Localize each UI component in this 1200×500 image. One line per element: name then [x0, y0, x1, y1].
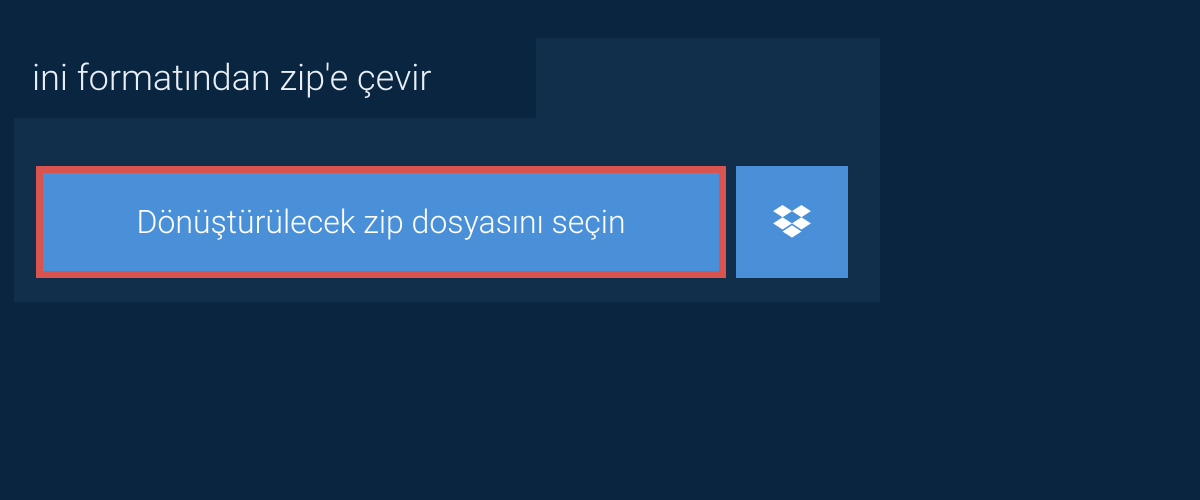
file-select-label: Dönüştürülecek zip dosyasını seçin	[136, 203, 625, 241]
file-select-button[interactable]: Dönüştürülecek zip dosyasını seçin	[36, 166, 726, 278]
page-title: ini formatından zip'e çevir	[14, 38, 536, 118]
file-actions-row: Dönüştürülecek zip dosyasını seçin	[36, 166, 848, 278]
converter-panel: ini formatından zip'e çevir Dönüştürülec…	[14, 38, 880, 302]
dropbox-icon	[773, 205, 811, 239]
dropbox-button[interactable]	[736, 166, 848, 278]
page-title-text: ini formatından zip'e çevir	[32, 57, 432, 99]
